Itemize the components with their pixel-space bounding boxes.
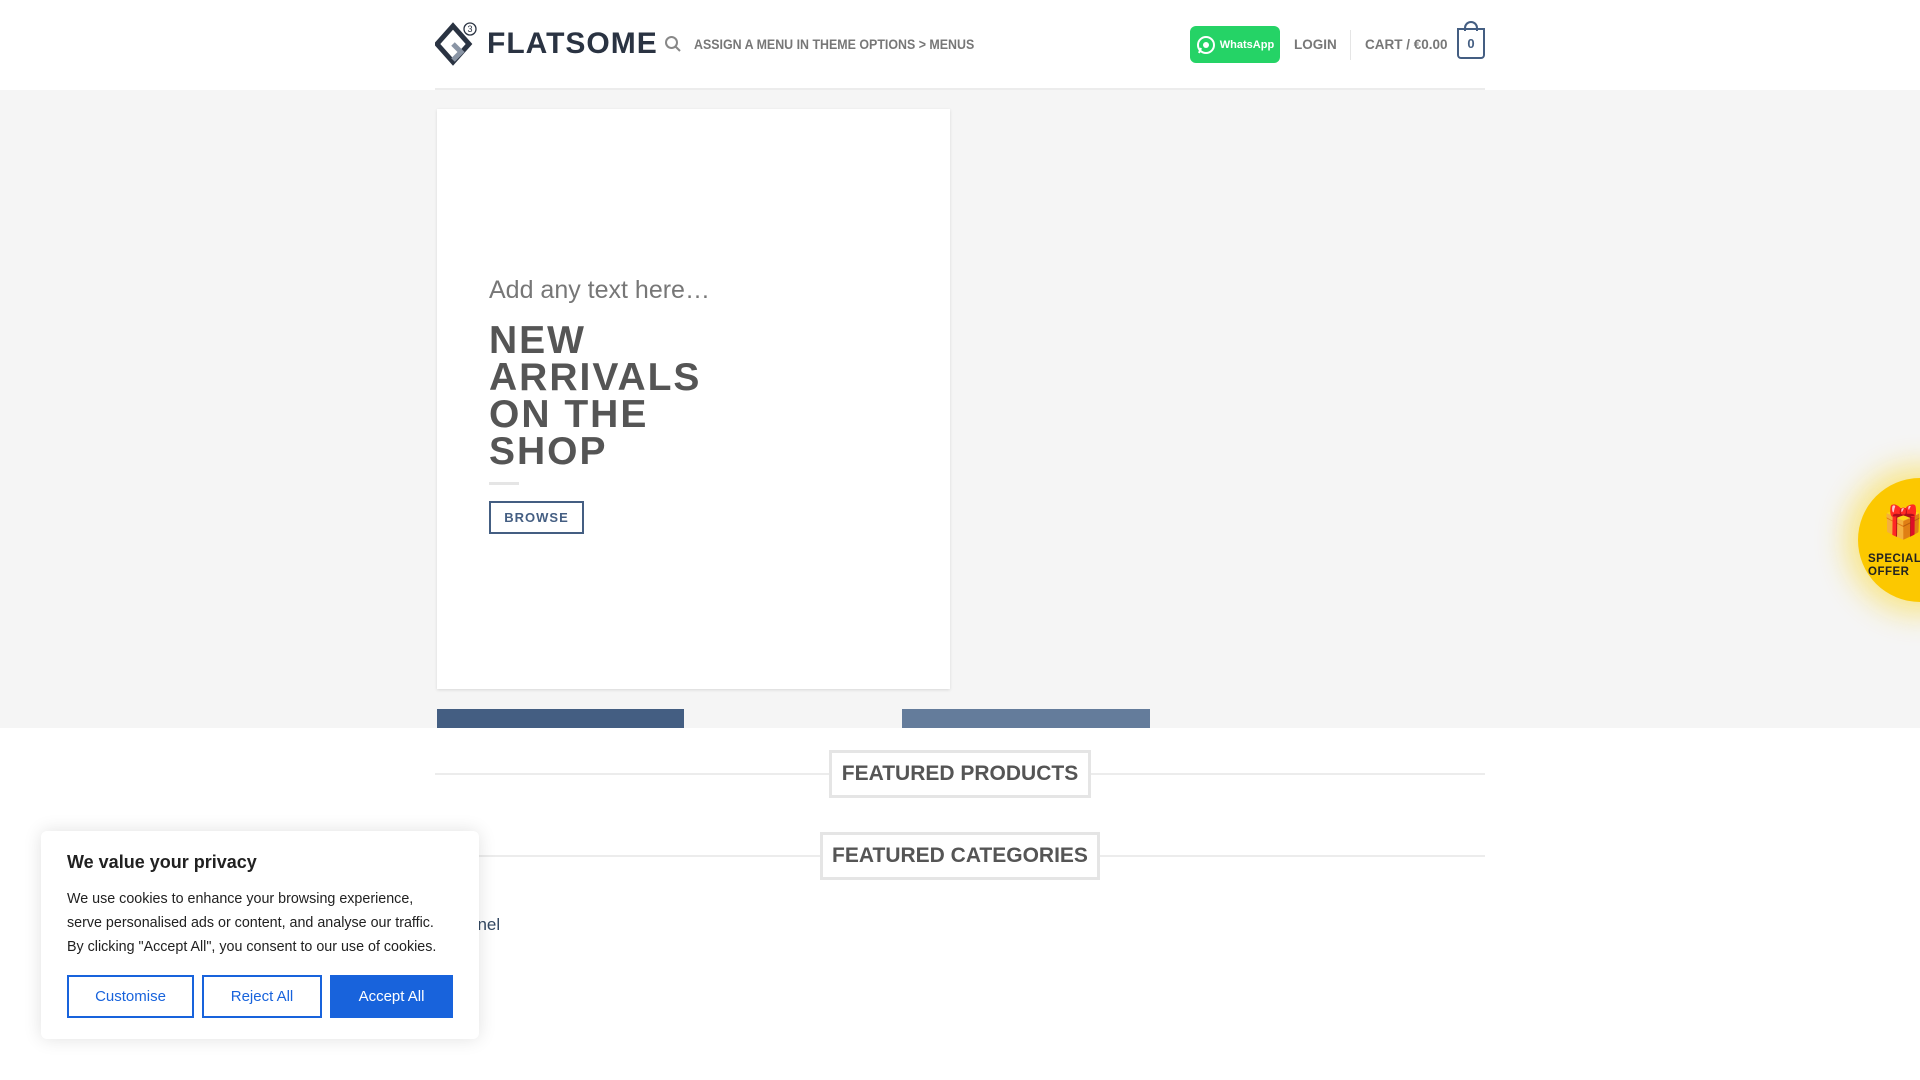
hero-heading: NEW ARRIVALS ON THE SHOP [489,319,702,473]
gift-icon: 🎁 [1883,504,1920,540]
whatsapp-button[interactable]: WhatsApp [1190,26,1280,63]
special-offer-label: SPECIAL OFFER [1868,553,1920,578]
cart-count-badge[interactable]: 0 [1457,28,1485,59]
header-separator [1350,30,1351,60]
featured-categories-title: FEATURED CATEGORIES [820,832,1100,880]
whatsapp-icon [1196,35,1215,54]
banner-panel[interactable] [902,709,1150,728]
hero-section [0,90,1920,728]
featured-products-title: FEATURED PRODUCTS [829,750,1091,798]
search-icon[interactable] [664,35,682,53]
banner-panel[interactable] [437,709,684,728]
menu-placeholder-link[interactable]: ASSIGN A MENU IN THEME OPTIONS > MENUS [694,37,974,52]
svg-text:3: 3 [467,24,472,34]
login-link[interactable]: LOGIN [1294,37,1337,52]
logo-text: FLATSOME [487,27,658,60]
cookie-title: We value your privacy [67,852,257,872]
hero-tagline: Add any text here… [489,276,710,304]
cart-link[interactable]: CART / €0.00 [1365,37,1448,52]
whatsapp-label: WhatsApp [1219,38,1275,51]
cookie-description: We use cookies to enhance your browsing … [67,891,437,955]
customise-button[interactable]: Customise [67,975,194,1018]
hero-divider [489,482,519,485]
reject-all-button[interactable]: Reject All [202,975,322,1018]
accept-all-button[interactable]: Accept All [330,975,453,1018]
logo[interactable]: 3 FLATSOME [435,22,658,66]
logo-icon: 3 [435,22,477,66]
browse-button[interactable]: BROWSE [489,501,584,534]
